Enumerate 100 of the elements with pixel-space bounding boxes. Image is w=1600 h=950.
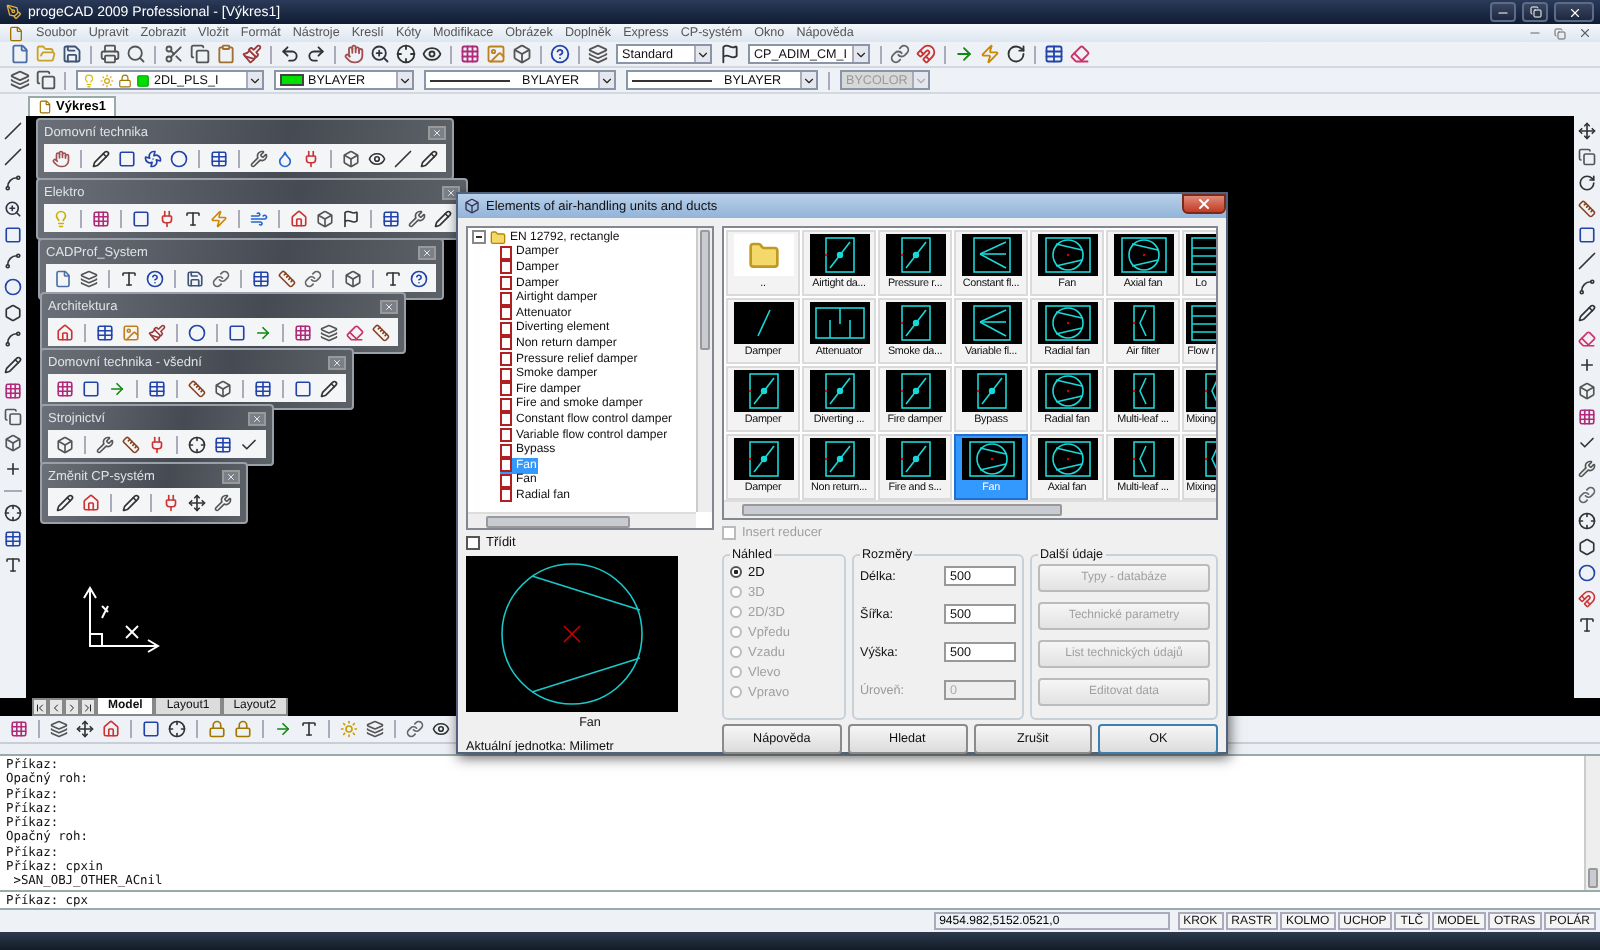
table-icon[interactable] [382, 209, 400, 227]
wrench-icon[interactable] [408, 209, 426, 227]
file-icon[interactable] [54, 269, 72, 287]
curve-icon[interactable] [4, 330, 22, 348]
layers-icon[interactable] [50, 720, 68, 738]
table-icon[interactable] [4, 530, 22, 548]
box-icon[interactable] [342, 149, 360, 167]
box-icon[interactable] [1578, 382, 1596, 400]
picture-icon[interactable] [486, 44, 506, 64]
square-icon[interactable] [294, 379, 312, 397]
help-icon[interactable] [410, 269, 428, 287]
zoom-icon[interactable] [4, 200, 22, 218]
restore-icon[interactable] [1554, 27, 1566, 39]
house-icon[interactable] [56, 323, 74, 341]
plus-icon[interactable] [1578, 356, 1596, 374]
circle-icon[interactable] [170, 149, 188, 167]
plug-icon[interactable] [302, 149, 320, 167]
move-icon[interactable] [1578, 122, 1596, 140]
box-icon[interactable] [56, 435, 74, 453]
plug-icon[interactable] [162, 493, 180, 511]
pencil-icon[interactable] [434, 209, 452, 227]
hexagon-icon[interactable] [1578, 538, 1596, 556]
droplet-icon[interactable] [276, 149, 294, 167]
pencil-icon[interactable] [56, 493, 74, 511]
text-icon[interactable] [384, 269, 402, 287]
circle-icon[interactable] [188, 323, 206, 341]
file-icon[interactable] [10, 44, 30, 64]
square-icon[interactable] [228, 323, 246, 341]
text-icon[interactable] [184, 209, 202, 227]
fan-icon[interactable] [144, 149, 162, 167]
horizontal-scrollbar[interactable] [724, 500, 1216, 518]
grid-icon[interactable] [56, 379, 74, 397]
rotate-icon[interactable] [1005, 44, 1026, 64]
plug-icon[interactable] [158, 209, 176, 227]
crosshair-icon[interactable] [168, 720, 186, 738]
house-icon[interactable] [82, 493, 100, 511]
lock-icon[interactable] [208, 720, 226, 738]
printer-icon[interactable] [100, 44, 120, 64]
box-icon[interactable] [344, 269, 362, 287]
line-icon[interactable] [1578, 252, 1596, 270]
crosshair-icon[interactable] [1578, 512, 1596, 530]
check-icon[interactable] [1578, 434, 1596, 452]
link-icon[interactable] [889, 44, 910, 64]
arrow-icon[interactable] [254, 323, 272, 341]
magnifier-icon[interactable] [126, 44, 146, 64]
layers-icon[interactable] [80, 269, 98, 287]
zoom-icon[interactable] [370, 44, 390, 64]
copy-icon[interactable] [1578, 148, 1596, 166]
text-icon[interactable] [120, 269, 138, 287]
close-button[interactable] [1554, 2, 1594, 22]
grid-icon[interactable] [10, 720, 28, 738]
box-icon[interactable] [4, 434, 22, 452]
table-icon[interactable] [214, 435, 232, 453]
flag-icon[interactable] [720, 44, 740, 64]
link-icon[interactable] [304, 269, 322, 287]
scissors-icon[interactable] [164, 44, 184, 64]
grid-icon[interactable] [92, 209, 110, 227]
layers-icon[interactable] [588, 44, 608, 64]
circle-icon[interactable] [1578, 564, 1596, 582]
move-icon[interactable] [188, 493, 206, 511]
wrench-icon[interactable] [250, 149, 268, 167]
eye-icon[interactable] [368, 149, 386, 167]
copy-icon[interactable] [4, 408, 22, 426]
first-tab-button[interactable] [32, 698, 48, 716]
square-icon[interactable] [142, 720, 160, 738]
pencil-icon[interactable] [92, 149, 110, 167]
minimize-button[interactable] [1490, 2, 1516, 22]
crosshair-icon[interactable] [4, 504, 22, 522]
close-button[interactable] [1182, 194, 1226, 214]
layers-icon[interactable] [10, 70, 30, 90]
save-icon[interactable] [62, 44, 82, 64]
lightning-icon[interactable] [210, 209, 228, 227]
line-icon[interactable] [4, 122, 22, 140]
eraser-icon[interactable] [346, 323, 364, 341]
text-icon[interactable] [1578, 616, 1596, 634]
text-icon[interactable] [4, 556, 22, 574]
arrow-icon[interactable] [274, 720, 292, 738]
square-icon[interactable] [118, 149, 136, 167]
link-icon[interactable] [406, 720, 424, 738]
last-tab-button[interactable] [80, 698, 96, 716]
house-icon[interactable] [290, 209, 308, 227]
eye-icon[interactable] [432, 720, 450, 738]
grid-icon[interactable] [460, 44, 480, 64]
ruler-icon[interactable] [188, 379, 206, 397]
pencil-icon[interactable] [4, 356, 22, 374]
lock-icon[interactable] [234, 720, 252, 738]
crosshair-icon[interactable] [396, 44, 416, 64]
square-icon[interactable] [1578, 226, 1596, 244]
line-icon[interactable] [4, 148, 22, 166]
layers-icon[interactable] [320, 323, 338, 341]
copy-icon[interactable] [190, 44, 210, 64]
horizontal-scrollbar[interactable] [468, 512, 696, 528]
eraser-icon[interactable] [1069, 44, 1090, 64]
collapse-icon[interactable] [472, 230, 486, 245]
magnet-icon[interactable] [1578, 590, 1596, 608]
arrow-icon[interactable] [108, 379, 126, 397]
grid-icon[interactable] [4, 382, 22, 400]
plug-icon[interactable] [148, 435, 166, 453]
table-icon[interactable] [96, 323, 114, 341]
box-icon[interactable] [316, 209, 334, 227]
